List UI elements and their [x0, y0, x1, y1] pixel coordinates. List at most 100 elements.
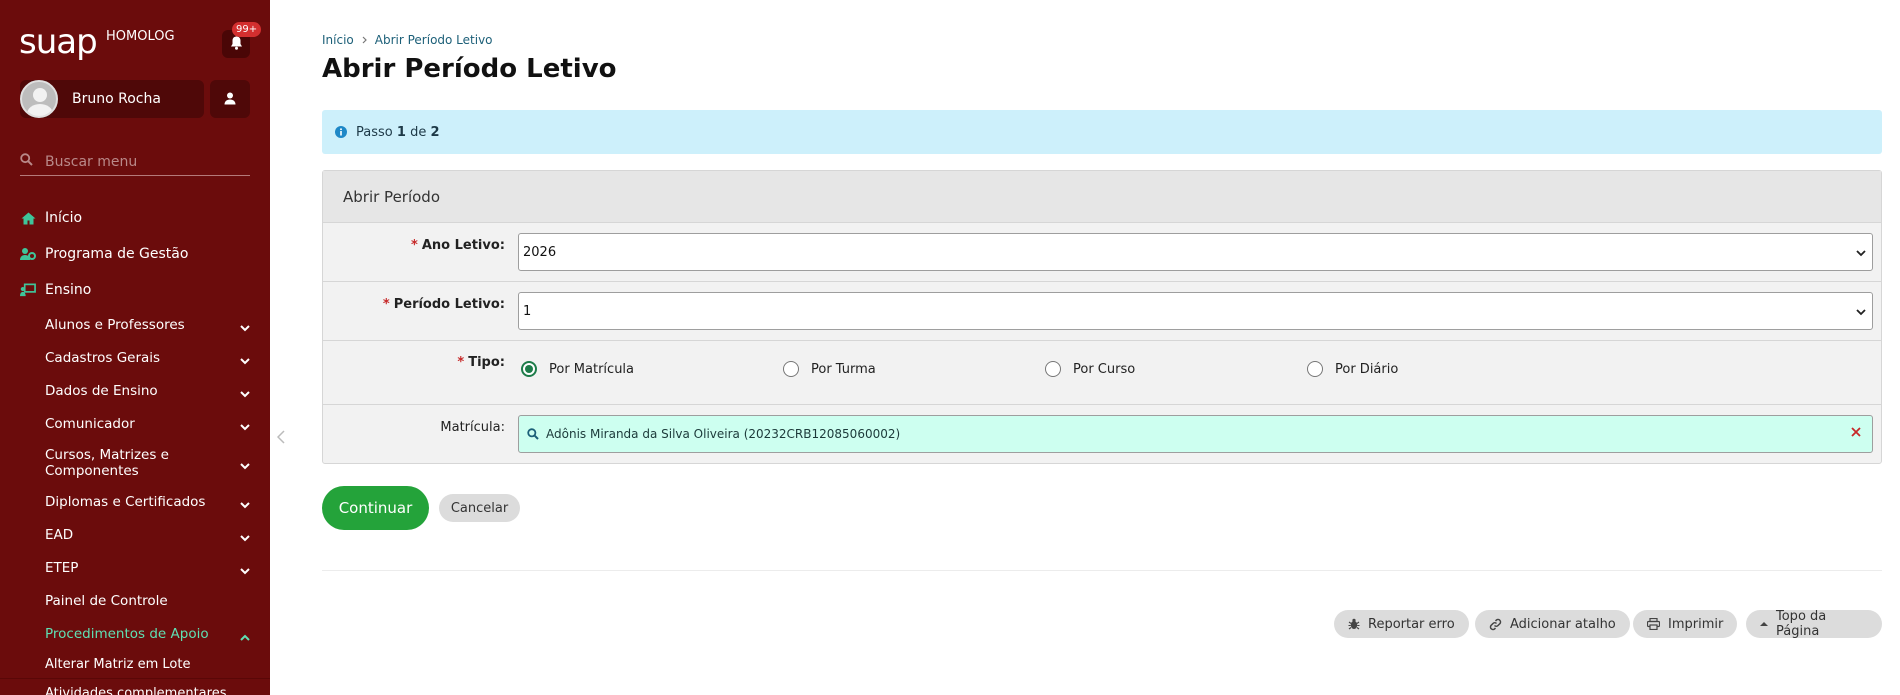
back-to-top-label: Topo da Página [1776, 609, 1827, 639]
matricula-row: Matrícula: Adônis Miranda da Silva Olive… [323, 405, 1881, 463]
sidebar-item-label: EAD [45, 526, 74, 543]
search-icon [20, 153, 33, 170]
chevron-down-icon [240, 530, 250, 546]
chevron-left-icon [276, 430, 285, 448]
step-current: 1 [396, 124, 406, 140]
periodo-letivo-value: 1 [523, 303, 532, 319]
sidebar-item-label: Painel de Controle [45, 592, 168, 609]
sidebar-item-label: Ensino [45, 282, 92, 298]
tipo-row: * Tipo: Por Matrícula Por Turma Por Curso… [323, 341, 1881, 405]
radio-checked [521, 361, 537, 377]
search-icon [527, 428, 539, 440]
caret-up-icon [1760, 621, 1768, 627]
sidebar-item-label: Diplomas e Certificados [45, 493, 206, 510]
sidebar-item-label: Dados de Ensino [45, 382, 158, 399]
cancel-button[interactable]: Cancelar [439, 494, 520, 522]
sidebar-item-alterar-matriz[interactable]: Alterar Matriz em Lote [0, 650, 270, 679]
bug-icon [1348, 618, 1360, 630]
print-button[interactable]: Imprimir [1633, 610, 1738, 638]
sidebar-item-painel-controle[interactable]: Painel de Controle [0, 584, 270, 617]
periodo-letivo-label: * Período Letivo: [382, 297, 505, 312]
collapse-sidebar-button[interactable] [276, 430, 285, 448]
sidebar-item-label: Alunos e Professores [45, 316, 185, 333]
add-shortcut-button[interactable]: Adicionar atalho [1475, 610, 1630, 638]
radio-unchecked [1045, 361, 1061, 377]
radio-por-curso[interactable]: Por Curso [1045, 361, 1135, 377]
radio-unchecked [1307, 361, 1323, 377]
chalkboard-icon [20, 282, 36, 298]
user-name: Bruno Rocha [72, 91, 161, 107]
step-middle: de [410, 124, 427, 140]
sidebar-item-ead[interactable]: EAD [0, 518, 270, 551]
print-label: Imprimir [1668, 616, 1724, 632]
clear-icon[interactable] [1850, 426, 1862, 441]
sidebar-item-ensino[interactable]: Ensino [0, 272, 270, 308]
sidebar-item-label: Alterar Matriz em Lote [45, 656, 191, 672]
sidebar-item-atividades-complementares[interactable]: Atividades complementares [0, 679, 270, 695]
user-profile[interactable]: Bruno Rocha [20, 80, 204, 118]
sidebar-item-etep[interactable]: ETEP [0, 551, 270, 584]
step-alert: Passo 1 de 2 [322, 110, 1882, 154]
matricula-autocomplete[interactable]: Adônis Miranda da Silva Oliveira (20232C… [518, 415, 1873, 453]
info-icon [335, 126, 347, 138]
sidebar-item-diplomas[interactable]: Diplomas e Certificados [0, 485, 270, 518]
sidebar-item-dados-ensino[interactable]: Dados de Ensino [0, 374, 270, 407]
menu-search[interactable]: Buscar menu [20, 148, 250, 176]
periodo-letivo-select[interactable]: 1 [518, 292, 1873, 330]
sidebar-item-alunos-professores[interactable]: Alunos e Professores [0, 308, 270, 341]
user-icon [224, 90, 236, 109]
breadcrumb-current[interactable]: Abrir Período Letivo [375, 33, 493, 47]
page-title: Abrir Período Letivo [322, 54, 617, 84]
radio-por-diario[interactable]: Por Diário [1307, 361, 1398, 377]
back-to-top-button[interactable]: Topo da Página [1746, 609, 1882, 639]
print-icon [1647, 618, 1660, 630]
chevron-down-icon [240, 353, 250, 369]
sidebar-item-comunicador[interactable]: Comunicador [0, 407, 270, 440]
sidebar-item-label: Programa de Gestão [45, 246, 189, 262]
divider [322, 570, 1882, 571]
sidebar-item-procedimentos-apoio[interactable]: Procedimentos de Apoio [0, 617, 270, 650]
users-cog-icon [20, 246, 36, 262]
sidebar-item-label: Início [45, 210, 83, 226]
avatar [20, 80, 58, 118]
sidebar-item-label: Cadastros Gerais [45, 349, 161, 366]
tipo-label: * Tipo: [457, 355, 505, 370]
environment-label: HOMOLOG [106, 29, 175, 44]
radio-por-matricula[interactable]: Por Matrícula [521, 361, 634, 377]
breadcrumb-home[interactable]: Início [322, 33, 354, 47]
bell-icon [230, 35, 243, 54]
radio-label: Por Turma [811, 361, 876, 377]
report-error-label: Reportar erro [1368, 616, 1455, 632]
chevron-down-icon [240, 458, 250, 474]
continue-button[interactable]: Continuar [322, 486, 429, 530]
sidebar-item-cursos-matrizes[interactable]: Cursos, Matrizes e Componentes [0, 440, 270, 485]
sidebar-item-label: Cursos, Matrizes e Componentes [45, 446, 169, 479]
sidebar-item-cadastros-gerais[interactable]: Cadastros Gerais [0, 341, 270, 374]
sidebar-item-label: Procedimentos de Apoio [45, 625, 209, 642]
user-menu-button[interactable] [210, 80, 250, 118]
ano-letivo-label: * Ano Letivo: [411, 238, 505, 253]
sidebar-item-label: ETEP [45, 559, 79, 576]
ano-letivo-select[interactable]: 2026 [518, 233, 1873, 271]
sidebar-item-inicio[interactable]: Início [0, 200, 270, 236]
chevron-down-icon [240, 563, 250, 579]
search-input[interactable]: Buscar menu [45, 154, 137, 170]
chevron-down-icon [240, 419, 250, 435]
chevron-down-icon [240, 320, 250, 336]
home-icon [20, 210, 36, 226]
radio-por-turma[interactable]: Por Turma [783, 361, 876, 377]
report-error-button[interactable]: Reportar erro [1334, 610, 1469, 638]
step-total: 2 [430, 124, 440, 140]
step-prefix: Passo [356, 124, 393, 140]
chevron-down-icon [1856, 246, 1866, 261]
ano-letivo-row: * Ano Letivo: 2026 [323, 223, 1881, 282]
radio-label: Por Matrícula [549, 361, 635, 377]
radio-label: Por Diário [1335, 361, 1399, 377]
chevron-up-icon [240, 629, 250, 645]
sidebar-item-programa-gestao[interactable]: Programa de Gestão [0, 236, 270, 272]
matricula-value: Adônis Miranda da Silva Oliveira (20232C… [546, 427, 901, 441]
sidebar-item-label: Comunicador [45, 415, 135, 432]
notifications-badge: 99+ [232, 22, 262, 37]
suap-logo[interactable]: suap [19, 22, 98, 62]
sidebar-menu: Início Programa de Gestão Ensino Alunos … [0, 200, 270, 695]
